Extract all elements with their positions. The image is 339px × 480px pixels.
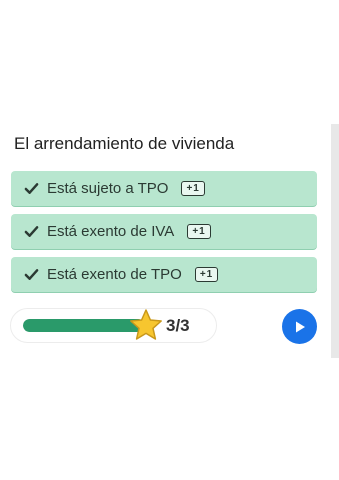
quiz-panel: El arrendamiento de vivienda Está sujeto… <box>0 0 339 480</box>
star-icon <box>128 308 164 342</box>
question-title: El arrendamiento de vivienda <box>14 134 235 153</box>
answer-label: Está exento de TPO <box>47 266 182 283</box>
score-counter: 3/3 <box>166 316 190 335</box>
answer-label: Está sujeto a TPO <box>47 180 169 197</box>
check-icon <box>24 267 39 282</box>
points-badge: +1 <box>194 267 219 282</box>
scrollbar[interactable] <box>331 124 339 358</box>
points-badge: +1 <box>187 224 211 239</box>
progress-bar <box>23 319 145 332</box>
check-icon <box>24 224 39 239</box>
play-button[interactable] <box>282 309 317 344</box>
progress-bar-fill <box>23 319 145 332</box>
points-badge: +1 <box>181 181 205 196</box>
answer-label: Está exento de IVA <box>47 223 175 240</box>
play-icon <box>295 321 305 332</box>
progress-indicator: 3/3 <box>10 308 217 343</box>
answer-option[interactable]: Está exento de TPO +1 <box>11 257 317 292</box>
check-icon <box>24 181 39 196</box>
answer-option[interactable]: Está sujeto a TPO +1 <box>11 171 317 206</box>
answer-option[interactable]: Está exento de IVA +1 <box>11 214 317 249</box>
